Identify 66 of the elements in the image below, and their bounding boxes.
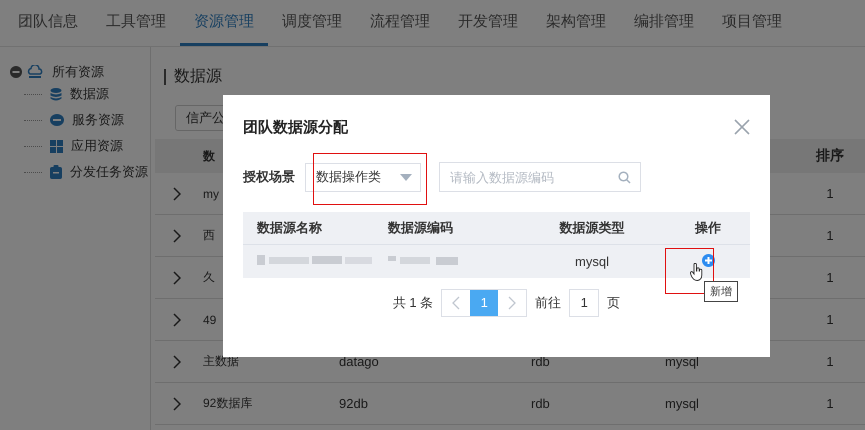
table-cell: mysql xyxy=(665,354,699,369)
column-header: 数据源编码 xyxy=(388,220,453,235)
column-header: 操作 xyxy=(695,220,721,235)
total-count: 共 1 条 xyxy=(392,294,434,312)
grid-icon xyxy=(50,140,63,152)
collapse-icon[interactable] xyxy=(10,66,22,78)
tree-item[interactable]: 服务资源 xyxy=(72,111,124,129)
table-cell: 1 xyxy=(826,396,834,411)
column-header: 数据源类型 xyxy=(560,220,624,235)
table-cell: 49 xyxy=(203,312,216,326)
add-icon[interactable] xyxy=(702,254,714,266)
nav-tab[interactable]: 开发管理 xyxy=(444,0,532,46)
tree-item[interactable]: 应用资源 xyxy=(71,137,123,155)
table-cell: 1 xyxy=(826,312,834,327)
close-icon[interactable] xyxy=(734,119,750,135)
tree-item[interactable]: 所有资源 xyxy=(52,63,104,81)
nav-tab[interactable]: 流程管理 xyxy=(356,0,444,46)
chevron-right-icon[interactable] xyxy=(173,186,181,200)
nav-tab[interactable]: 团队信息 xyxy=(4,0,92,46)
chevron-right-icon[interactable] xyxy=(173,354,181,368)
tooltip: 新增 xyxy=(704,281,738,302)
nav-tab[interactable]: 工具管理 xyxy=(92,0,180,46)
table-cell: mysql xyxy=(575,254,609,269)
table-cell: my xyxy=(203,186,219,200)
column-header: 数 xyxy=(202,148,216,164)
page-button[interactable]: 1 xyxy=(470,290,498,316)
table-cell: 1 xyxy=(826,270,834,285)
table-cell: datago xyxy=(339,354,379,369)
page-title: 数据源 xyxy=(164,69,865,85)
column-header: 数据源名称 xyxy=(257,220,322,235)
table-cell: rdb xyxy=(531,396,550,411)
blurred-text xyxy=(388,254,458,266)
page-input[interactable]: 1 xyxy=(569,289,600,317)
search-field[interactable]: 请输入数据源编码 xyxy=(439,162,641,192)
goto-label: 前往 xyxy=(535,294,562,312)
chevron-right-icon xyxy=(508,296,516,310)
cloud-icon xyxy=(27,65,43,79)
table-cell: 92数据库 xyxy=(203,396,252,410)
table-cell: 1 xyxy=(826,228,834,243)
tree-item[interactable]: 数据源 xyxy=(70,85,109,103)
table-cell: 1 xyxy=(826,354,834,369)
search-icon xyxy=(618,171,631,184)
tree-item[interactable]: 分发任务资源 xyxy=(70,163,148,181)
table-cell: mysql xyxy=(665,396,699,411)
page-unit: 页 xyxy=(607,294,620,312)
field-label: 授权场景 xyxy=(243,168,295,186)
chevron-right-icon[interactable] xyxy=(173,396,181,410)
table-cell: 92db xyxy=(339,396,368,411)
nav-tab[interactable]: 编排管理 xyxy=(620,0,708,46)
table-cell: 久 xyxy=(203,270,215,284)
chevron-right-icon[interactable] xyxy=(173,270,181,284)
nav-tab[interactable]: 资源管理 xyxy=(180,0,268,46)
chevron-right-icon[interactable] xyxy=(173,312,181,326)
clipboard-icon xyxy=(50,165,62,179)
chevron-right-icon[interactable] xyxy=(173,228,181,242)
table-cell: rdb xyxy=(531,354,550,369)
table-cell: 1 xyxy=(826,186,834,201)
nav-tab[interactable]: 架构管理 xyxy=(532,0,620,46)
scene-select[interactable]: 数据操作类 xyxy=(305,162,421,192)
nav-tab[interactable]: 调度管理 xyxy=(268,0,356,46)
column-header: 排序 xyxy=(814,147,845,165)
chevron-left-icon xyxy=(452,296,460,310)
hand-cursor-icon xyxy=(690,263,704,281)
database-icon xyxy=(50,88,62,100)
table-cell: 西 xyxy=(203,228,215,242)
nav-tab[interactable]: 项目管理 xyxy=(708,0,796,46)
